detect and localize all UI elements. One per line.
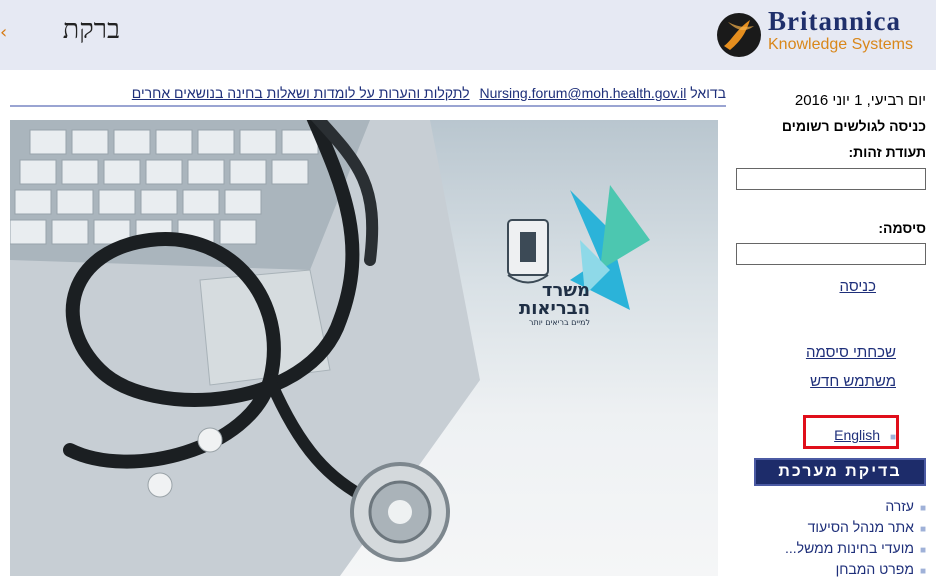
bullet-icon: ■ [919, 524, 926, 535]
brand-name: Britannica [768, 6, 902, 36]
system-check-button[interactable]: בדיקת מערכת [754, 458, 926, 486]
sidebar-menu: ■ עזרה ■ אתר מנהל הסיעוד ■ מועדי בחינות ממש… [726, 496, 926, 580]
bullet-icon: ■ [919, 566, 926, 577]
ministry-emblem-icon [507, 219, 549, 284]
login-sidebar: יום רביעי, 1 יוני 2016 כניסה לגולשים רשו… [726, 80, 936, 577]
ministry-tagline: למיים בריאים יותר [528, 318, 590, 327]
english-link[interactable]: English [834, 427, 880, 443]
id-label: תעודת זהות: [848, 144, 926, 160]
menu-item-help[interactable]: ■ עזרה [726, 496, 926, 517]
hero-image: משרד הבריאות למיים בריאים יותר [10, 120, 718, 576]
id-number-input[interactable] [736, 168, 926, 190]
page-header: ‹ ברקת Britannica Knowledge Systems [0, 0, 936, 70]
brand-subtitle: Knowledge Systems [768, 36, 913, 53]
ministry-name-line2: הבריאות [518, 298, 590, 319]
menu-item-label: מועדי בחינות ממשל... [784, 540, 914, 556]
password-input[interactable] [736, 243, 926, 265]
announcement-marquee: בדואל Nursing.forum@moh.health.gov.il לת… [10, 85, 726, 105]
stethoscope-laptop-illustration [10, 120, 650, 576]
britannica-logo-icon [717, 13, 761, 57]
britannica-logo[interactable]: Britannica Knowledge Systems [716, 6, 936, 64]
current-date: יום רביעי, 1 יוני 2016 [794, 92, 926, 109]
registered-users-title: כניסה לגולשים רשומים [781, 118, 926, 134]
login-link[interactable]: כניסה [839, 278, 876, 295]
menu-item-nursing-admin-site[interactable]: ■ אתר מנהל הסיעוד [726, 517, 926, 538]
bullet-icon: ■ [919, 503, 926, 514]
marquee-email-link[interactable]: Nursing.forum@moh.health.gov.il [479, 85, 686, 101]
divider [10, 105, 726, 107]
page-title: ברקת [62, 14, 120, 45]
marquee-text: לתקלות והערות על לומדות ושאלות בחינה בנו… [131, 85, 470, 101]
new-user-link[interactable]: משתמש חדש [810, 373, 896, 390]
bullet-icon: ■ [919, 545, 926, 556]
menu-item-exam-spec[interactable]: ■ מפרט המבחן [726, 559, 926, 580]
forgot-password-link[interactable]: שכחתי סיסמה [806, 344, 896, 361]
bullet-icon: ■ [889, 432, 896, 443]
marquee-prefix: בדואל [690, 85, 726, 101]
menu-item-label: מפרט המבחן [835, 561, 914, 577]
menu-item-exam-dates[interactable]: ■ מועדי בחינות ממשל... [726, 538, 926, 559]
english-language-item: English ■ [834, 427, 896, 443]
menu-item-label: אתר מנהל הסיעוד [807, 519, 914, 535]
password-label: סיסמה: [878, 220, 926, 236]
menu-item-label: עזרה [885, 498, 914, 514]
